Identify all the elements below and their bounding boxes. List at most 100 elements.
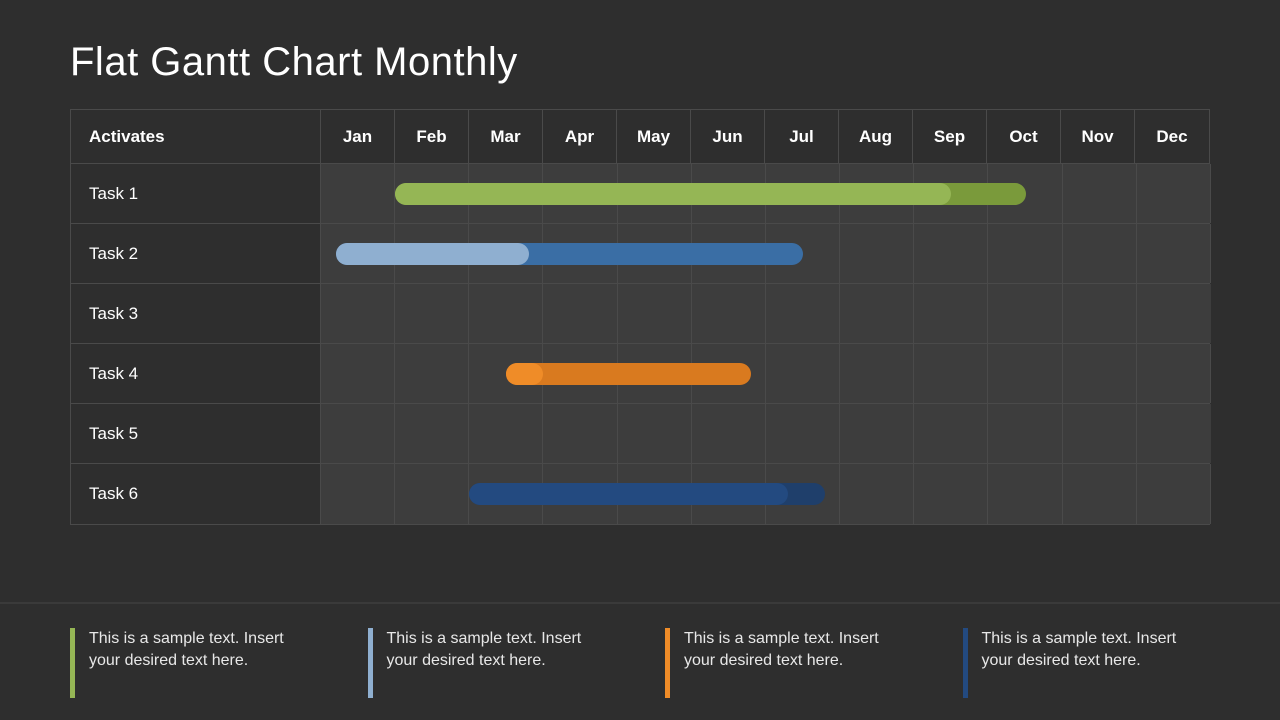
gantt-row: Task 4 bbox=[71, 344, 1209, 404]
task-name: Task 2 bbox=[71, 224, 321, 283]
timeline-cell bbox=[395, 464, 469, 524]
timeline-cell bbox=[1137, 464, 1211, 524]
timeline-cell bbox=[840, 404, 914, 463]
timeline-cell bbox=[1063, 284, 1137, 343]
note-color-stripe bbox=[665, 628, 670, 698]
timeline-cell bbox=[840, 464, 914, 524]
note-text: This is a sample text. Insert your desir… bbox=[684, 628, 913, 720]
month-feb: Feb bbox=[395, 110, 469, 164]
timeline-cell bbox=[1063, 404, 1137, 463]
note-text: This is a sample text. Insert your desir… bbox=[89, 628, 318, 720]
timeline bbox=[321, 164, 1211, 223]
note-color-stripe bbox=[70, 628, 75, 698]
timeline-cell bbox=[469, 404, 543, 463]
gantt-bar bbox=[506, 363, 751, 385]
timeline-cell bbox=[914, 284, 988, 343]
footer-note: This is a sample text. Insert your desir… bbox=[368, 628, 616, 720]
timeline-cell bbox=[321, 344, 395, 403]
timeline-cell bbox=[840, 344, 914, 403]
timeline bbox=[321, 224, 1211, 283]
footer-note: This is a sample text. Insert your desir… bbox=[963, 628, 1211, 720]
timeline-cell bbox=[1063, 464, 1137, 524]
gantt-body: Task 1Task 2Task 3Task 4Task 5Task 6 bbox=[71, 164, 1209, 524]
timeline-cell bbox=[1063, 164, 1137, 223]
note-color-stripe bbox=[368, 628, 373, 698]
timeline-cell bbox=[1137, 284, 1211, 343]
gantt-row: Task 6 bbox=[71, 464, 1209, 524]
note-color-stripe bbox=[963, 628, 968, 698]
timeline-cell bbox=[321, 404, 395, 463]
month-aug: Aug bbox=[839, 110, 913, 164]
footer-note: This is a sample text. Insert your desir… bbox=[70, 628, 318, 720]
task-name: Task 1 bbox=[71, 164, 321, 223]
gantt-row: Task 3 bbox=[71, 284, 1209, 344]
timeline-cell bbox=[321, 464, 395, 524]
timeline-cell bbox=[1137, 404, 1211, 463]
timeline-cell bbox=[840, 224, 914, 283]
timeline-cell bbox=[914, 344, 988, 403]
gantt-bar-progress bbox=[506, 363, 543, 385]
month-mar: Mar bbox=[469, 110, 543, 164]
month-oct: Oct bbox=[987, 110, 1061, 164]
timeline-cell bbox=[766, 404, 840, 463]
slide: Flat Gantt Chart Monthly Activates Jan F… bbox=[0, 0, 1280, 720]
timeline-cell bbox=[618, 284, 692, 343]
timeline-cell bbox=[692, 284, 766, 343]
timeline-cell bbox=[988, 464, 1062, 524]
timeline-cell bbox=[543, 404, 617, 463]
timeline-cell bbox=[914, 224, 988, 283]
header-tasks-label: Activates bbox=[71, 110, 321, 164]
gantt-bar-progress bbox=[336, 243, 529, 265]
note-text: This is a sample text. Insert your desir… bbox=[387, 628, 616, 720]
gantt-row: Task 1 bbox=[71, 164, 1209, 224]
gantt-row: Task 2 bbox=[71, 224, 1209, 284]
gantt-bar bbox=[395, 183, 1025, 205]
gantt-bar-progress bbox=[395, 183, 951, 205]
timeline-cell bbox=[914, 404, 988, 463]
timeline-cell bbox=[1137, 164, 1211, 223]
gantt-header: Activates Jan Feb Mar Apr May Jun Jul Au… bbox=[71, 110, 1209, 164]
timeline bbox=[321, 284, 1211, 343]
timeline-cell bbox=[1137, 224, 1211, 283]
month-apr: Apr bbox=[543, 110, 617, 164]
timeline bbox=[321, 464, 1211, 524]
timeline-cell bbox=[766, 284, 840, 343]
timeline-cell bbox=[1137, 344, 1211, 403]
timeline-cell bbox=[988, 224, 1062, 283]
timeline-cell bbox=[988, 284, 1062, 343]
note-text: This is a sample text. Insert your desir… bbox=[982, 628, 1211, 720]
timeline bbox=[321, 344, 1211, 403]
timeline-cell bbox=[1063, 224, 1137, 283]
month-nov: Nov bbox=[1061, 110, 1135, 164]
timeline-cell bbox=[1063, 344, 1137, 403]
task-name: Task 3 bbox=[71, 284, 321, 343]
timeline-cell bbox=[469, 284, 543, 343]
task-name: Task 6 bbox=[71, 464, 321, 524]
timeline-cell bbox=[321, 284, 395, 343]
timeline bbox=[321, 404, 1211, 463]
timeline-cell bbox=[543, 284, 617, 343]
timeline-cell bbox=[766, 344, 840, 403]
timeline-cell bbox=[692, 404, 766, 463]
timeline-cell bbox=[914, 464, 988, 524]
gantt-row: Task 5 bbox=[71, 404, 1209, 464]
timeline-cell bbox=[618, 404, 692, 463]
footer: This is a sample text. Insert your desir… bbox=[0, 602, 1280, 720]
gantt-bar bbox=[336, 243, 803, 265]
timeline-cell bbox=[395, 284, 469, 343]
month-may: May bbox=[617, 110, 691, 164]
timeline-cell bbox=[321, 164, 395, 223]
gantt-chart: Activates Jan Feb Mar Apr May Jun Jul Au… bbox=[70, 109, 1210, 525]
gantt-bar bbox=[469, 483, 825, 505]
task-name: Task 4 bbox=[71, 344, 321, 403]
timeline-cell bbox=[395, 404, 469, 463]
month-dec: Dec bbox=[1135, 110, 1209, 164]
task-name: Task 5 bbox=[71, 404, 321, 463]
month-jan: Jan bbox=[321, 110, 395, 164]
timeline-cell bbox=[395, 344, 469, 403]
month-jun: Jun bbox=[691, 110, 765, 164]
month-jul: Jul bbox=[765, 110, 839, 164]
timeline-cell bbox=[988, 404, 1062, 463]
month-sep: Sep bbox=[913, 110, 987, 164]
timeline-cell bbox=[840, 284, 914, 343]
